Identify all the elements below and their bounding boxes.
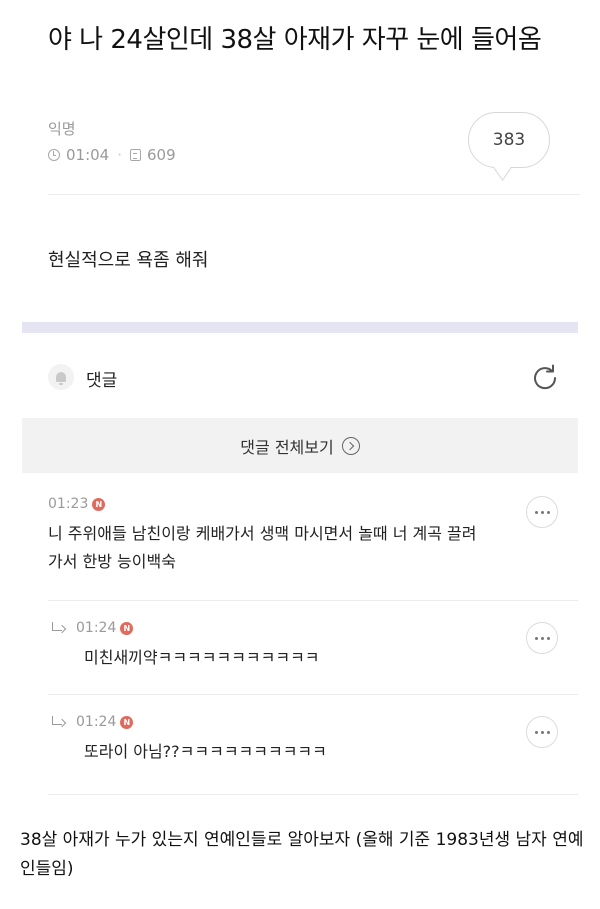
more-options-button[interactable]: [526, 496, 558, 528]
comment-meta: 01:24 N: [52, 714, 584, 730]
comment-meta: 01:23 N: [48, 496, 580, 512]
new-badge-icon: N: [120, 715, 134, 729]
comment-text: 또라이 아님??ㅋㅋㅋㅋㅋㅋㅋㅋㅋㅋ: [84, 742, 327, 761]
reply-arrow-icon: [52, 716, 66, 728]
comment-divider: [48, 694, 578, 695]
more-options-button[interactable]: [526, 716, 558, 748]
comments-header: 댓글: [48, 362, 558, 394]
more-options-button[interactable]: [526, 622, 558, 654]
view-all-comments-button[interactable]: 댓글 전체보기: [22, 418, 578, 473]
new-badge-icon: N: [92, 497, 106, 511]
new-badge-icon: N: [120, 621, 134, 635]
caption-text: 38살 아재가 누가 있는지 연예인들로 알아보자 (올해 기준 1983년생 …: [20, 830, 584, 879]
comment-time: 01:23: [48, 496, 89, 512]
post-meta: 01:04 · 609: [48, 146, 176, 164]
comment-divider: [48, 794, 578, 795]
post-author: 익명: [48, 120, 76, 138]
comment-count-button[interactable]: 383: [468, 112, 550, 168]
reply-item: 01:24 N 미친새끼약ㅋㅋㅋㅋㅋㅋㅋㅋㅋㅋㅋ: [52, 620, 584, 672]
document-icon: [130, 149, 142, 161]
section-divider: [22, 322, 578, 333]
comment-time: 01:24: [76, 620, 117, 636]
comments-label: 댓글: [86, 371, 118, 391]
meta-separator: ·: [117, 146, 123, 164]
comment-text: 미친새끼약ㅋㅋㅋㅋㅋㅋㅋㅋㅋㅋㅋ: [84, 648, 320, 667]
post-views: 609: [147, 146, 176, 164]
circle-arrow-right-icon: [341, 436, 360, 455]
divider: [48, 194, 580, 195]
comment-count: 383: [492, 130, 526, 150]
comment-meta: 01:24 N: [52, 620, 584, 636]
comment-time: 01:24: [76, 714, 117, 730]
reply-arrow-icon: [52, 622, 66, 634]
post-title: 야 나 24살인데 38살 아재가 자꾸 눈에 들어옴: [48, 25, 542, 55]
view-all-label: 댓글 전체보기: [240, 437, 334, 457]
post-time: 01:04: [66, 146, 110, 164]
comment-text: 니 주위애들 남친이랑 케배가서 생맥 마시면서 놀때 너 계곡 끌려가서 한방…: [48, 524, 477, 571]
reply-item: 01:24 N 또라이 아님??ㅋㅋㅋㅋㅋㅋㅋㅋㅋㅋ: [52, 714, 584, 766]
clock-icon: [48, 149, 60, 161]
comment-item: 01:23 N 니 주위애들 남친이랑 케배가서 생맥 마시면서 놀때 너 계곡…: [48, 496, 580, 576]
refresh-icon[interactable]: [530, 362, 560, 392]
post-body: 현실적으로 욕좀 해줘: [48, 250, 209, 271]
bell-icon[interactable]: [48, 364, 74, 390]
comment-divider: [48, 600, 578, 601]
